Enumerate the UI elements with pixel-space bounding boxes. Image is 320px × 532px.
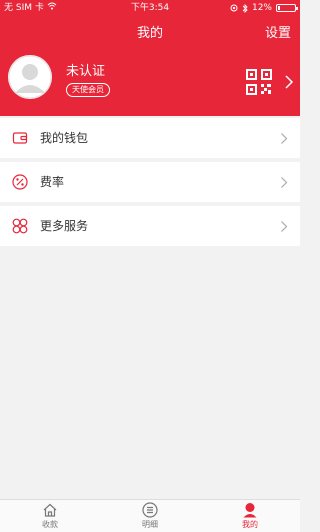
battery-percent: 12% [251,3,272,13]
profile-header: 无 SIM 卡 下午3:54 12% 我的 设置 未认证 天使会员 [0,0,300,116]
menu-item-rate[interactable]: 费率 [0,162,300,202]
chevron-right-icon [281,221,288,232]
list-icon [142,502,158,518]
menu-label-services: 更多服务 [40,219,89,233]
qr-code-icon[interactable] [246,69,272,95]
battery-level-fill [278,6,280,10]
home-icon [43,503,57,517]
wallet-icon [12,132,28,144]
menu-item-wallet[interactable]: 我的钱包 [0,118,300,158]
bottom-tab-bar: 收款 明细 我的 [0,499,300,532]
bluetooth-icon [242,3,248,13]
lock-rotation-icon [230,4,238,12]
nav-bar: 我的 设置 [0,18,300,44]
avatar[interactable] [8,55,52,99]
profile-icon [243,503,257,518]
user-status: 未认证 [66,64,106,79]
tab-label-details: 明细 [142,520,158,529]
services-icon [12,218,28,234]
settings-button[interactable]: 设置 [265,22,291,41]
chevron-right-icon [281,133,288,144]
chevron-right-icon [281,177,288,188]
tab-label-receive: 收款 [42,520,58,529]
battery-icon [276,4,298,12]
status-bar: 无 SIM 卡 下午3:54 12% [0,0,300,16]
tab-label-mine: 我的 [242,520,258,529]
percent-icon [12,174,28,190]
chevron-right-icon[interactable] [284,74,294,90]
page-title: 我的 [136,26,163,41]
status-right: 12% [230,0,298,16]
tab-mine[interactable]: 我的 [200,500,300,532]
default-avatar-icon [8,55,52,99]
tab-details[interactable]: 明细 [100,500,200,532]
tab-receive[interactable]: 收款 [0,500,100,532]
menu-label-rate: 费率 [40,175,65,189]
menu-item-services[interactable]: 更多服务 [0,206,300,246]
member-badge: 天使会员 [66,83,110,97]
menu-label-wallet: 我的钱包 [40,131,89,145]
